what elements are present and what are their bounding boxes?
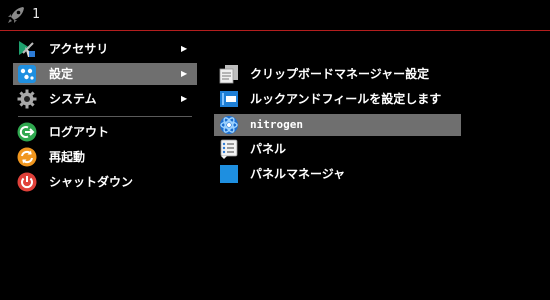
submenu-arrow-icon: ▶ xyxy=(181,69,188,78)
submenu-item-label: クリップボードマネージャー設定 xyxy=(250,67,430,81)
menu-item-label: システム xyxy=(49,92,97,106)
menu-item-reboot[interactable]: 再起動 xyxy=(13,146,197,168)
panel-manager-icon xyxy=(220,165,238,183)
menu-item-logout[interactable]: ログアウト xyxy=(13,121,197,143)
reboot-icon xyxy=(17,147,37,167)
accessories-icon xyxy=(19,41,35,57)
taskbar: 1 xyxy=(0,0,550,31)
submenu-arrow-icon: ▶ xyxy=(181,94,188,103)
menu-item-settings[interactable]: 設定 ▶ xyxy=(13,63,197,85)
logout-icon xyxy=(17,122,37,142)
menu-item-label: 設定 xyxy=(49,67,74,81)
submenu-item-panel-manager[interactable]: パネルマネージャ xyxy=(214,163,461,185)
menu-item-label: アクセサリ xyxy=(49,42,109,56)
submenu-item-label: パネル xyxy=(250,142,287,156)
submenu-arrow-icon: ▶ xyxy=(181,44,188,53)
appearance-icon xyxy=(220,91,238,107)
submenu-item-label: nitrogen xyxy=(250,118,303,131)
settings-icon xyxy=(18,65,36,83)
submenu-item-nitrogen[interactable]: nitrogen xyxy=(214,114,461,136)
panel-icon xyxy=(220,139,238,159)
menu-item-shutdown[interactable]: シャットダウン xyxy=(13,171,197,193)
nitrogen-icon xyxy=(220,116,238,134)
submenu-item-label: ルックアンドフィールを設定します xyxy=(250,92,442,106)
menu-item-label: 再起動 xyxy=(49,150,86,164)
menu-separator xyxy=(18,116,192,117)
workspace-indicator[interactable]: 1 xyxy=(32,7,40,22)
clipboard-icon xyxy=(219,65,238,84)
menu-item-label: シャットダウン xyxy=(49,175,134,189)
submenu-item-label: パネルマネージャ xyxy=(250,167,346,181)
submenu-item-look-and-feel[interactable]: ルックアンドフィールを設定します xyxy=(214,88,461,110)
menu-item-label: ログアウト xyxy=(49,125,110,139)
submenu-item-panel[interactable]: パネル xyxy=(214,138,461,160)
rocket-launcher-icon[interactable] xyxy=(6,5,26,25)
system-gear-icon xyxy=(17,89,37,109)
menu-item-system[interactable]: システム ▶ xyxy=(13,88,197,110)
menu-item-accessories[interactable]: アクセサリ ▶ xyxy=(13,38,197,60)
submenu-item-clipboard-manager[interactable]: クリップボードマネージャー設定 xyxy=(214,63,461,85)
shutdown-icon xyxy=(17,172,37,192)
